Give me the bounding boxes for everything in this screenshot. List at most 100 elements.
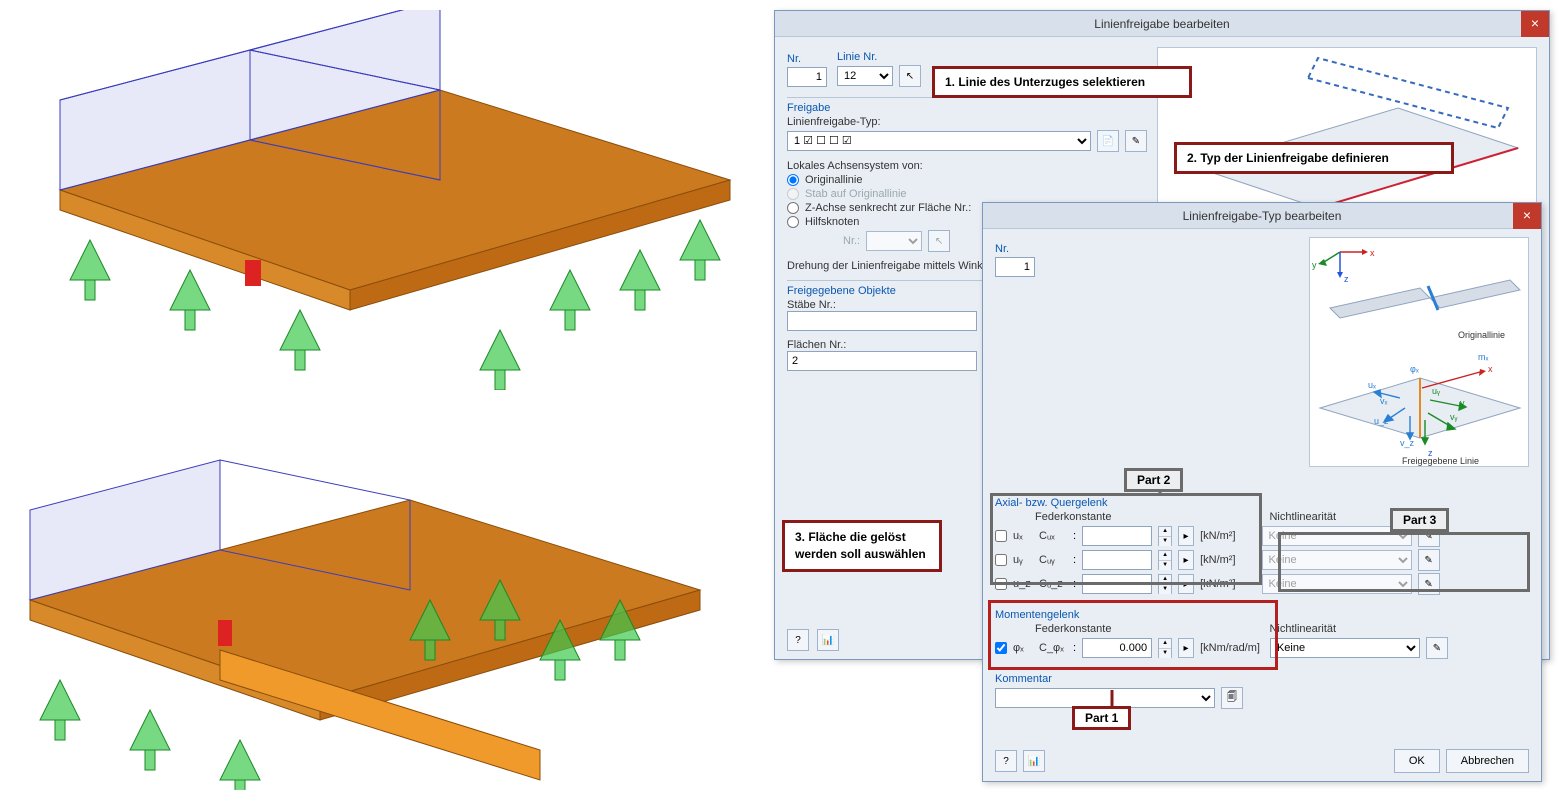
svg-text:y: y xyxy=(1460,398,1465,408)
svg-text:y: y xyxy=(1312,260,1317,270)
cux-label: Cᵤₓ xyxy=(1039,530,1067,542)
cphix-label: C_φₓ xyxy=(1039,642,1067,654)
nr-label: Nr. xyxy=(787,53,831,65)
cancel-button[interactable]: Abbrechen xyxy=(1446,749,1529,773)
federkonstante-label-1: Federkonstante xyxy=(1035,511,1111,523)
kommentar-select[interactable] xyxy=(995,688,1215,708)
cuz-spinner: ▲▼ xyxy=(1158,574,1172,594)
radio-originallinie[interactable] xyxy=(787,174,799,186)
dialog1-titlebar: Linienfreigabe bearbeiten × xyxy=(775,11,1549,37)
staebe-input[interactable] xyxy=(787,311,977,331)
cux-input xyxy=(1082,526,1152,546)
cux-spinner: ▲▼ xyxy=(1158,526,1172,546)
cuy-input xyxy=(1082,550,1152,570)
svg-text:uₓ: uₓ xyxy=(1368,380,1376,390)
cphix-more-icon[interactable]: ▸ xyxy=(1178,638,1194,658)
callout-3: 3. Fläche die gelöst werden soll auswähl… xyxy=(782,520,942,572)
nr-sub-select xyxy=(866,231,922,251)
dialog-linienfreigabe-typ: Linienfreigabe-Typ bearbeiten × Nr. x y xyxy=(982,202,1542,782)
nichtlinearitaet-label-2: Nichtlinearität xyxy=(1269,623,1336,635)
cuy-more-icon: ▸ xyxy=(1178,550,1194,570)
edit-type-icon[interactable]: ✎ xyxy=(1125,130,1147,152)
svg-text:z: z xyxy=(1344,274,1349,284)
flaechen-input[interactable] xyxy=(787,351,977,371)
check-uz[interactable] xyxy=(995,578,1007,590)
uz-unit: [kN/m²] xyxy=(1200,578,1235,590)
opt-hilfsknoten-label: Hilfsknoten xyxy=(805,216,859,228)
opt-originallinie-label: Originallinie xyxy=(805,174,862,186)
kommentar-pick-icon[interactable]: 🗐 xyxy=(1221,687,1243,709)
dialog1-preview xyxy=(1157,47,1537,215)
uz-label: u_z xyxy=(1013,578,1033,590)
svg-text:v_z: v_z xyxy=(1400,438,1415,448)
callout-part1: Part 1 xyxy=(1072,706,1131,730)
new-type-icon[interactable]: 📄 xyxy=(1097,130,1119,152)
cuz-more-icon: ▸ xyxy=(1178,574,1194,594)
calc-icon[interactable]: 📊 xyxy=(817,629,839,651)
svg-text:u_z: u_z xyxy=(1374,416,1389,426)
radio-stab xyxy=(787,188,799,200)
radio-zachse[interactable] xyxy=(787,202,799,214)
phix-unit: [kNm/rad/m] xyxy=(1200,642,1260,654)
opt-zachse-label: Z-Achse senkrecht zur Fläche Nr.: xyxy=(805,202,971,214)
svg-text:x: x xyxy=(1370,248,1375,258)
callout-part2: Part 2 xyxy=(1124,468,1183,492)
svg-text:vₓ: vₓ xyxy=(1380,396,1388,406)
nichtlinearitaet-label-1: Nichtlinearität xyxy=(1269,511,1336,523)
calc-icon[interactable]: 📊 xyxy=(1023,750,1045,772)
cuy-label: Cᵤᵧ xyxy=(1039,554,1067,566)
moment-section-label: Momentengelenk xyxy=(995,609,1529,621)
ok-button[interactable]: OK xyxy=(1394,749,1440,773)
callout-2: 2. Typ der Linienfreigabe definieren xyxy=(1174,142,1454,174)
ux-unit: [kN/m²] xyxy=(1200,530,1235,542)
cuz-label: Cᵤ_z xyxy=(1039,578,1067,590)
close-icon[interactable]: × xyxy=(1521,11,1549,37)
diagram-original-label: Originallinie xyxy=(1458,330,1505,340)
svg-text:φₓ: φₓ xyxy=(1410,364,1419,374)
uy-label: uᵧ xyxy=(1013,554,1033,566)
nr-input[interactable] xyxy=(787,67,827,87)
help-icon[interactable]: ? xyxy=(995,750,1017,772)
typ-nr-input[interactable] xyxy=(995,257,1035,277)
check-uy[interactable] xyxy=(995,554,1007,566)
svg-text:vᵧ: vᵧ xyxy=(1450,412,1458,422)
help-icon[interactable]: ? xyxy=(787,629,809,651)
typ-nr-label: Nr. xyxy=(995,243,1035,255)
opt-stab-label: Stab auf Originallinie xyxy=(805,188,907,200)
pick-line-icon[interactable]: ↖ xyxy=(899,65,921,87)
phix-nonlin-select[interactable]: Keine xyxy=(1270,638,1420,658)
callout-1: 1. Linie des Unterzuges selektieren xyxy=(932,66,1192,98)
uz-nonlin-edit-icon: ✎ xyxy=(1418,573,1440,595)
kommentar-label: Kommentar xyxy=(995,673,1529,685)
dialog2-titlebar: Linienfreigabe-Typ bearbeiten × xyxy=(983,203,1541,229)
federkonstante-label-2: Federkonstante xyxy=(1035,623,1111,635)
cuz-input xyxy=(1082,574,1152,594)
check-phix[interactable] xyxy=(995,642,1007,654)
svg-text:uᵧ: uᵧ xyxy=(1432,386,1440,396)
callout-part3: Part 3 xyxy=(1390,508,1449,532)
dialog2-preview: x y z xyxy=(1309,237,1529,467)
phix-label: φₓ xyxy=(1013,642,1033,654)
check-ux[interactable] xyxy=(995,530,1007,542)
cphix-input[interactable] xyxy=(1082,638,1152,658)
close-icon[interactable]: × xyxy=(1513,203,1541,229)
linie-nr-select[interactable]: 12 xyxy=(837,66,893,86)
diagram-freigegebene-label: Freigegebene Linie xyxy=(1402,456,1479,466)
radio-hilfsknoten[interactable] xyxy=(787,216,799,228)
linie-nr-label: Linie Nr. xyxy=(837,51,927,63)
phix-nonlin-edit-icon[interactable]: ✎ xyxy=(1426,637,1448,659)
uy-nonlin-edit-icon: ✎ xyxy=(1418,549,1440,571)
pick-node-icon: ↖ xyxy=(928,230,950,252)
uz-nonlin-select: Keine xyxy=(1262,574,1412,594)
cphix-spinner[interactable]: ▲▼ xyxy=(1158,638,1172,658)
svg-text:x: x xyxy=(1488,364,1493,374)
uy-unit: [kN/m²] xyxy=(1200,554,1235,566)
cux-more-icon: ▸ xyxy=(1178,526,1194,546)
cuy-spinner: ▲▼ xyxy=(1158,550,1172,570)
svg-text:mₓ: mₓ xyxy=(1478,352,1488,362)
nr-sub-label: Nr.: xyxy=(843,235,860,247)
model-viewport xyxy=(0,0,770,790)
uy-nonlin-select: Keine xyxy=(1262,550,1412,570)
freigabe-typ-select[interactable]: 1 ☑ ☐ ☐ ☑ xyxy=(787,131,1091,151)
ux-label: uₓ xyxy=(1013,530,1033,542)
